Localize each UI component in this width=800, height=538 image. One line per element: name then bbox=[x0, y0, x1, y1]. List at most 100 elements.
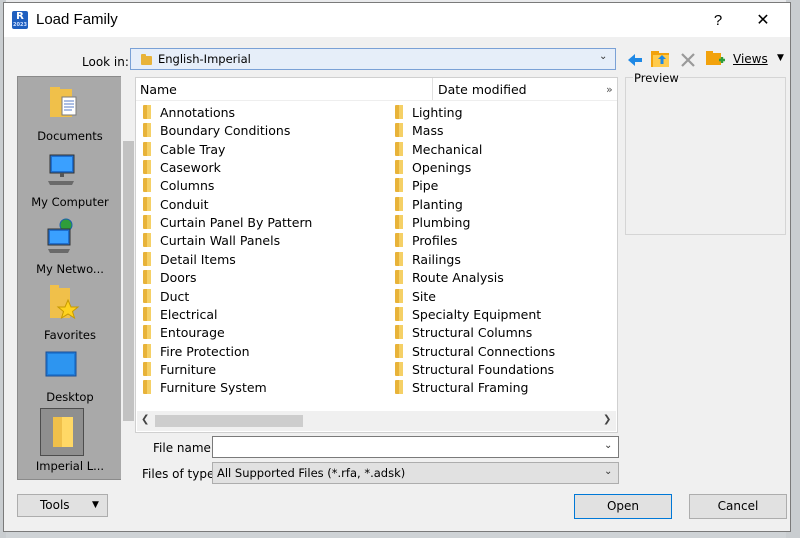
list-item[interactable]: Specialty Equipment bbox=[395, 306, 541, 325]
folder-icon bbox=[395, 160, 403, 175]
list-item[interactable]: Entourage bbox=[143, 325, 225, 343]
folder-icon bbox=[395, 233, 403, 248]
list-item-label: Electrical bbox=[160, 306, 218, 322]
folder-icon bbox=[395, 178, 403, 193]
horizontal-scrollbar[interactable]: ❮ ❯ bbox=[137, 411, 616, 431]
horizontal-scrollbar-thumb[interactable] bbox=[155, 415, 303, 427]
folder-icon bbox=[143, 380, 151, 395]
list-item[interactable]: Furniture System bbox=[143, 380, 267, 398]
list-item[interactable]: Curtain Wall Panels bbox=[143, 233, 280, 251]
list-item[interactable]: Openings bbox=[395, 160, 471, 178]
folder-icon bbox=[143, 306, 151, 321]
list-item[interactable]: Site bbox=[395, 288, 436, 307]
list-item[interactable]: Planting bbox=[395, 196, 463, 215]
folder-icon bbox=[143, 325, 151, 340]
list-item[interactable]: Cable Tray bbox=[143, 141, 225, 160]
chevron-down-icon: ⌄ bbox=[604, 466, 613, 477]
file-list[interactable]: Name Date modified » Annotations Boundary… bbox=[135, 77, 618, 433]
tools-button[interactable]: Tools ▼ bbox=[17, 494, 108, 517]
list-item-label: Fire Protection bbox=[160, 343, 250, 359]
list-item[interactable]: Structural Connections bbox=[395, 343, 556, 362]
back-arrow-icon[interactable] bbox=[626, 51, 644, 69]
delete-icon[interactable] bbox=[679, 51, 697, 69]
column-header-date-modified[interactable]: Date modified bbox=[438, 82, 527, 97]
look-in-dropdown[interactable]: English-Imperial ⌄ bbox=[130, 48, 616, 70]
scroll-left-arrow-icon[interactable]: ❮ bbox=[141, 414, 149, 425]
list-item[interactable]: Profiles bbox=[395, 233, 457, 251]
views-button[interactable]: Views bbox=[733, 52, 768, 66]
preview-label: Preview bbox=[633, 71, 680, 85]
folder-icon bbox=[143, 215, 151, 230]
chevron-down-icon[interactable]: ⌄ bbox=[604, 440, 612, 451]
list-item-label: Lighting bbox=[412, 105, 463, 120]
list-item-label: Structural Connections bbox=[412, 343, 556, 359]
places-bar: Documents My Computer My Netwo... Favori… bbox=[17, 76, 123, 480]
list-item-label: Mass bbox=[412, 123, 444, 139]
more-columns-icon[interactable]: » bbox=[606, 83, 613, 96]
list-item[interactable]: Mechanical bbox=[395, 141, 482, 160]
list-item[interactable]: Structural Columns bbox=[395, 325, 532, 343]
title-bar[interactable]: R 2023 Load Family ? ✕ bbox=[4, 3, 790, 37]
list-item-label: Furniture bbox=[160, 361, 217, 377]
favorites-icon bbox=[50, 285, 80, 320]
folder-icon bbox=[395, 251, 403, 266]
preview-pane bbox=[625, 77, 786, 235]
place-label-imperial-library: Imperial L... bbox=[35, 459, 105, 473]
folder-icon bbox=[53, 417, 73, 447]
place-label-my-network: My Netwo... bbox=[36, 262, 104, 276]
list-item-label: Curtain Panel By Pattern bbox=[160, 215, 313, 231]
files-of-type-dropdown[interactable]: All Supported Files (*.rfa, *.adsk) ⌄ bbox=[212, 462, 619, 484]
list-item[interactable]: Plumbing bbox=[395, 215, 470, 233]
folder-icon bbox=[143, 123, 151, 138]
files-of-type-label: Files of type: bbox=[142, 467, 219, 481]
column-header-name[interactable]: Name bbox=[140, 82, 177, 97]
list-item[interactable]: Pipe bbox=[395, 178, 438, 196]
place-imperial-library[interactable] bbox=[40, 408, 84, 456]
list-item-label: Conduit bbox=[160, 196, 209, 212]
list-item[interactable]: Structural Foundations bbox=[395, 361, 554, 380]
list-item[interactable]: Detail Items bbox=[143, 251, 236, 270]
new-folder-icon[interactable] bbox=[705, 50, 725, 68]
list-item[interactable]: Duct bbox=[143, 288, 189, 307]
list-item[interactable]: Mass bbox=[395, 123, 443, 141]
list-item-label: Railings bbox=[412, 251, 461, 267]
open-button[interactable]: Open bbox=[574, 494, 672, 519]
list-item[interactable]: Structural Framing bbox=[395, 380, 528, 398]
list-item[interactable]: Curtain Panel By Pattern bbox=[143, 215, 312, 233]
list-item[interactable]: Boundary Conditions bbox=[143, 123, 290, 141]
load-family-dialog: R 2023 Load Family ? ✕ Look in: English-… bbox=[3, 2, 791, 532]
list-item[interactable]: Railings bbox=[395, 251, 461, 270]
folder-icon bbox=[143, 251, 151, 266]
help-button[interactable]: ? bbox=[704, 9, 732, 33]
views-label: Views bbox=[733, 52, 768, 66]
list-item-label: Profiles bbox=[412, 233, 458, 249]
list-item[interactable]: Casework bbox=[143, 160, 221, 178]
list-item[interactable]: Furniture bbox=[143, 361, 217, 380]
list-item[interactable]: Electrical bbox=[143, 306, 218, 325]
folder-icon bbox=[395, 288, 403, 303]
scroll-right-arrow-icon[interactable]: ❯ bbox=[603, 414, 611, 425]
app-icon-letter: R bbox=[16, 11, 24, 22]
views-dropdown-arrow-icon[interactable]: ▼ bbox=[777, 53, 784, 63]
places-scrollbar-thumb[interactable] bbox=[123, 141, 134, 421]
folder-icon bbox=[143, 160, 151, 175]
file-name-input[interactable]: ⌄ bbox=[212, 436, 619, 458]
folder-icon bbox=[395, 196, 403, 211]
list-item[interactable]: Fire Protection bbox=[143, 343, 250, 362]
computer-icon bbox=[48, 154, 75, 185]
folder-icon bbox=[395, 306, 403, 321]
chevron-down-icon: ⌄ bbox=[599, 51, 608, 62]
cancel-button[interactable]: Cancel bbox=[689, 494, 787, 519]
column-separator[interactable] bbox=[432, 78, 433, 100]
list-item[interactable]: Annotations bbox=[143, 105, 235, 123]
list-item[interactable]: Doors bbox=[143, 270, 197, 288]
look-in-value: English-Imperial bbox=[158, 52, 251, 66]
list-item[interactable]: Conduit bbox=[143, 196, 209, 215]
list-item[interactable]: Route Analysis bbox=[395, 270, 504, 288]
close-button[interactable]: ✕ bbox=[748, 9, 778, 33]
up-one-level-icon[interactable] bbox=[650, 49, 672, 69]
place-label-my-computer: My Computer bbox=[31, 195, 109, 209]
list-item-label: Route Analysis bbox=[412, 270, 504, 286]
list-item[interactable]: Columns bbox=[143, 178, 214, 196]
list-item[interactable]: Lighting bbox=[395, 105, 463, 123]
